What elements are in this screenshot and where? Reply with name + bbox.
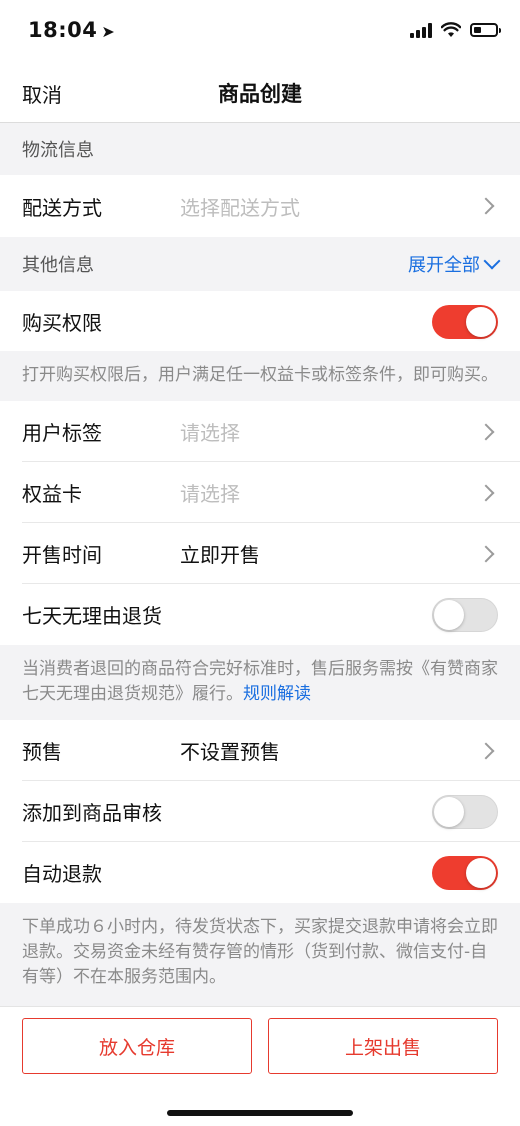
benefit-card-label: 权益卡 — [22, 482, 82, 506]
signal-icon — [410, 22, 432, 38]
auto-refund-hint: 下单成功６小时内，待发货状态下，买家提交退款申请将会立即退款。交易资金未经有赞存… — [0, 903, 520, 1003]
sale-time-row[interactable]: 开售时间 立即开售 — [0, 523, 520, 584]
rules-link[interactable]: 规则解读 — [243, 684, 311, 704]
publish-button[interactable]: 上架出售 — [268, 1018, 498, 1074]
purchase-permission-label: 购买权限 — [22, 310, 102, 335]
chevron-right-icon — [477, 197, 495, 215]
time-text: 18:04 — [28, 18, 98, 42]
status-bar: 18:04 ➤ — [0, 0, 520, 64]
add-to-review-row: 添加到商品审核 — [0, 781, 520, 842]
bottom-action-bar: 放入仓库 上架出售 — [0, 1006, 520, 1126]
auto-refund-row: 自动退款 — [0, 842, 520, 903]
delivery-method-row[interactable]: 配送方式 选择配送方式 — [0, 175, 520, 237]
battery-icon — [470, 23, 501, 37]
toggle-knob — [466, 858, 496, 888]
presale-row[interactable]: 预售 不设置预售 — [0, 720, 520, 781]
save-to-warehouse-button[interactable]: 放入仓库 — [22, 1018, 252, 1074]
status-icons — [410, 22, 501, 38]
wifi-icon — [441, 22, 461, 37]
presale-value: 不设置预售 — [180, 740, 280, 764]
benefit-card-row[interactable]: 权益卡 请选择 — [0, 462, 520, 523]
purchase-permission-row: 购买权限 — [0, 291, 520, 351]
benefit-card-placeholder: 请选择 — [180, 482, 240, 506]
section-header-other: 其他信息 展开全部 — [0, 237, 520, 291]
toggle-knob — [434, 600, 464, 630]
expand-all-label: 展开全部 — [408, 255, 480, 276]
section-header-logistics: 物流信息 — [0, 123, 520, 175]
chevron-right-icon — [477, 742, 495, 759]
sale-time-value: 立即开售 — [180, 543, 260, 567]
presale-label: 预售 — [22, 740, 62, 764]
add-to-review-label: 添加到商品审核 — [22, 801, 162, 825]
status-time: 18:04 ➤ — [28, 18, 115, 42]
auto-refund-toggle[interactable] — [432, 856, 498, 890]
user-tag-placeholder: 请选择 — [180, 421, 240, 445]
seven-day-return-row: 七天无理由退货 — [0, 584, 520, 645]
delivery-method-label: 配送方式 — [22, 195, 102, 220]
seven-day-return-label: 七天无理由退货 — [22, 604, 162, 628]
battery-fill — [474, 27, 481, 33]
purchase-permission-hint: 打开购买权限后，用户满足任一权益卡或标签条件，即可购买。 — [0, 351, 520, 401]
return-policy-hint: 当消费者退回的商品符合完好标准时，售后服务需按《有赞商家七天无理由退货规范》履行… — [0, 645, 520, 720]
purchase-permission-toggle[interactable] — [432, 305, 498, 339]
nav-bar: 取消 商品创建 — [0, 64, 520, 123]
expand-all-button[interactable]: 展开全部 — [408, 251, 501, 277]
seven-day-return-toggle[interactable] — [432, 598, 498, 632]
user-tag-row[interactable]: 用户标签 请选择 — [0, 401, 520, 462]
chevron-right-icon — [477, 423, 495, 440]
page-title: 商品创建 — [218, 82, 302, 106]
chevron-right-icon — [477, 484, 495, 501]
home-indicator[interactable] — [167, 1110, 353, 1116]
location-arrow-icon: ➤ — [101, 22, 116, 41]
toggle-knob — [434, 797, 464, 827]
chevron-right-icon — [477, 545, 495, 562]
auto-refund-label: 自动退款 — [22, 862, 102, 886]
chevron-down-icon — [483, 252, 501, 270]
section-title: 物流信息 — [22, 140, 94, 161]
sale-time-label: 开售时间 — [22, 543, 102, 567]
section-title: 其他信息 — [22, 255, 94, 276]
toggle-knob — [466, 307, 496, 337]
user-tag-label: 用户标签 — [22, 421, 102, 445]
delivery-method-placeholder: 选择配送方式 — [180, 195, 300, 220]
add-to-review-toggle[interactable] — [432, 795, 498, 829]
